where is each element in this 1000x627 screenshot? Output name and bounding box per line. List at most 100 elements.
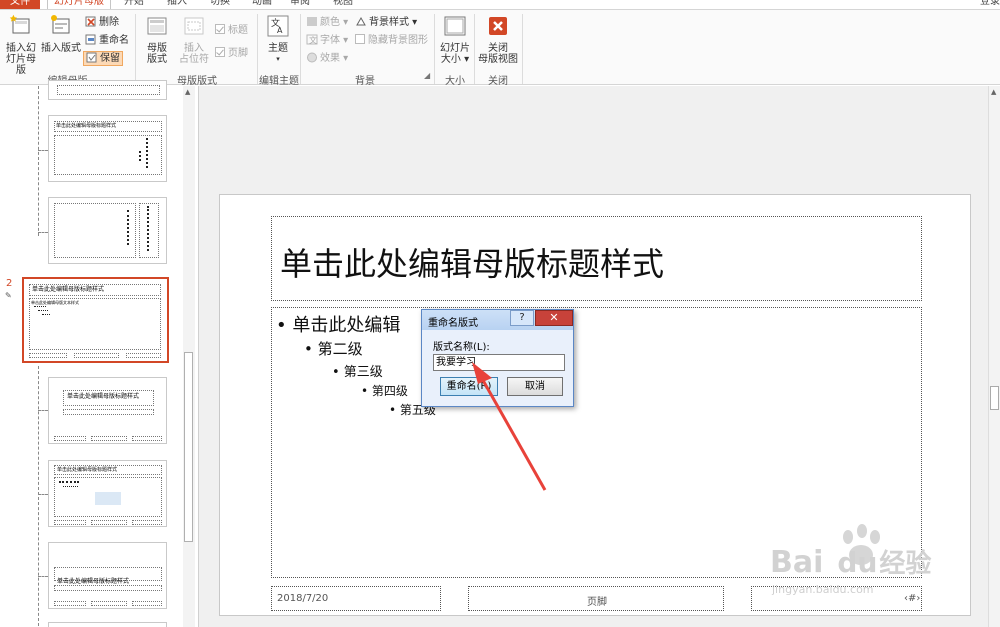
effects-button[interactable]: 效果 ▾ [306,52,348,65]
thumbnail-placeholder [91,436,127,441]
thumbnail-placeholder [57,85,160,95]
thumbnail-vertical-text [139,151,145,161]
preserve-icon [86,52,97,63]
group-label-close: 关闭 [488,76,508,87]
thumbnail-scrollbar[interactable]: ▲ [183,86,195,627]
thumbnail-placeholder [91,601,127,606]
close-master-view-button[interactable]: 关闭 母版视图 [477,14,519,65]
insert-slide-master-button[interactable]: 插入幻 灯片母版 [2,14,40,76]
footer-checkbox[interactable]: 页脚 [215,47,248,60]
insert-layout-button[interactable]: 插入版式 [40,14,82,54]
rename-button[interactable]: 重命名 [85,34,129,47]
thumbnail-placeholder [29,353,67,358]
thumbnail-pane: 单击此处编辑母版标题样式 2 ✎ 单击此处编辑母版标题样式 单击此处编辑母版文本… [0,80,197,627]
body-level-2[interactable]: • 第二级 [304,338,363,359]
themes-button[interactable]: 文A 主题 ▾ [262,14,294,65]
tab-slide-master[interactable]: 幻灯片母版 [47,0,111,9]
close-master-view-icon [489,17,507,35]
watermark-url: jingyan.baidu.com [772,583,874,596]
help-button[interactable]: ? [510,310,534,326]
thumbnail-text-line [63,486,78,487]
baidu-watermark: Bai du经验 jingyan.baidu.com [770,515,960,613]
delete-icon [85,16,96,27]
tab-animations[interactable]: 动画 [252,0,272,9]
svg-text:文: 文 [309,35,317,45]
body-level-4[interactable]: • 第四级 [361,382,408,399]
background-styles-icon [356,16,366,26]
slide-master-thumbnail[interactable]: 单击此处编辑母版标题样式 单击此处编辑母版文本样式 [22,277,169,363]
watermark-brand: Bai du经验 [770,545,932,580]
master-layout-button[interactable]: 母版 版式 [141,14,173,65]
thumbnail-connector [38,150,48,151]
thumbnail-placeholder [132,601,162,606]
footer-text: 页脚 [587,597,607,608]
tab-review[interactable]: 审阅 [290,0,310,9]
tab-view[interactable]: 视图 [333,0,353,9]
thumbnail-placeholder [126,353,161,358]
thumbnail-connector [38,86,39,236]
slide-title[interactable]: 单击此处编辑母版标题样式 [280,239,664,285]
hide-background-checkbox[interactable]: 隐藏背景图形 [355,34,428,47]
tab-home[interactable]: 开始 [124,0,144,9]
editor-scrollbar[interactable]: ▲ [988,86,1000,627]
layout-thumbnail[interactable] [48,80,167,100]
layout-thumbnail[interactable]: 单击此处编辑母版标题样式 [48,460,167,527]
colors-button[interactable]: 颜色 ▾ [306,16,348,29]
ribbon-tabs: 文件 幻灯片母版 开始 插入 切换 动画 审阅 视图 登录 [0,0,1000,9]
scroll-up-icon[interactable]: ▲ [185,88,190,96]
thumbnail-placeholder [54,436,86,441]
dialog-title: 重命名版式 [428,318,478,329]
slide-size-button[interactable]: 幻灯片 大小 ▾ [438,14,472,65]
colors-icon [307,17,317,26]
thumbnail-placeholder [54,601,86,606]
layout-thumbnail[interactable]: 单击此处编辑母版标题样式 [48,115,167,182]
background-styles-button[interactable]: 背景样式 ▾ [355,16,417,29]
slide-number: 2 [6,278,13,289]
group-separator [434,14,435,84]
date-placeholder[interactable]: 2018/7/20 [271,586,441,611]
footer-placeholder[interactable]: 页脚 [468,586,724,611]
thumbnail-connector [38,366,39,626]
tab-file[interactable]: 文件 [0,0,40,9]
title-checkbox[interactable]: 标题 [215,24,248,37]
annotation-arrow-icon [472,362,547,491]
thumbnail-text-line [34,306,46,307]
layout-thumbnail[interactable]: 单击此处编辑母版标题样式 [48,377,167,444]
group-separator [522,14,523,84]
layout-thumbnail[interactable]: 单击此处编辑母版标题样式 [48,542,167,609]
thumbnail-vertical-text [127,210,135,245]
insert-placeholder-button[interactable]: 插入 占位符 [175,14,213,65]
tab-transitions[interactable]: 切换 [210,0,230,9]
slide-size-icon [444,16,466,36]
layout-thumbnail[interactable] [48,622,167,627]
fonts-icon: 文 [306,34,318,45]
ribbon: 插入幻 灯片母版 插入版式 删除 重命名 保留 编辑母版 母版 版式 [0,9,1000,87]
tab-insert[interactable]: 插入 [167,0,187,9]
thumbnail-scrollbar-thumb[interactable] [184,352,193,542]
editor-scrollbar-thumb[interactable] [990,386,999,410]
insert-placeholder-icon [184,17,204,35]
title-placeholder[interactable]: 单击此处编辑母版标题样式 [271,216,922,301]
thumbnail-vertical-text [147,206,155,251]
thumbnail-placeholder [91,520,127,525]
thumbnail-connector [38,410,48,411]
date-text: 2018/7/20 [277,593,329,604]
body-level-3[interactable]: • 第三级 [332,361,383,380]
delete-button[interactable]: 删除 [85,16,119,29]
scroll-up-icon[interactable]: ▲ [991,88,996,96]
group-label-size: 大小 [445,76,465,87]
thumbnail-text-line [42,314,50,315]
close-button[interactable]: ✕ [535,310,573,326]
preserve-button[interactable]: 保留 [83,51,123,66]
thumbnail-placeholder [63,409,154,415]
layout-thumbnail[interactable] [48,197,167,264]
dialog-titlebar[interactable]: 重命名版式 ? ✕ [422,310,573,330]
title-check-icon [215,24,225,34]
body-level-1[interactable]: • 单击此处编辑 [276,311,400,337]
pin-icon: ✎ [5,291,12,300]
svg-text:A: A [277,26,283,35]
sign-in-link[interactable]: 登录 [980,0,1000,9]
fonts-button[interactable]: 文字体 ▾ [306,34,348,47]
thumbnail-connector [38,232,48,233]
themes-icon: 文A [267,15,289,37]
